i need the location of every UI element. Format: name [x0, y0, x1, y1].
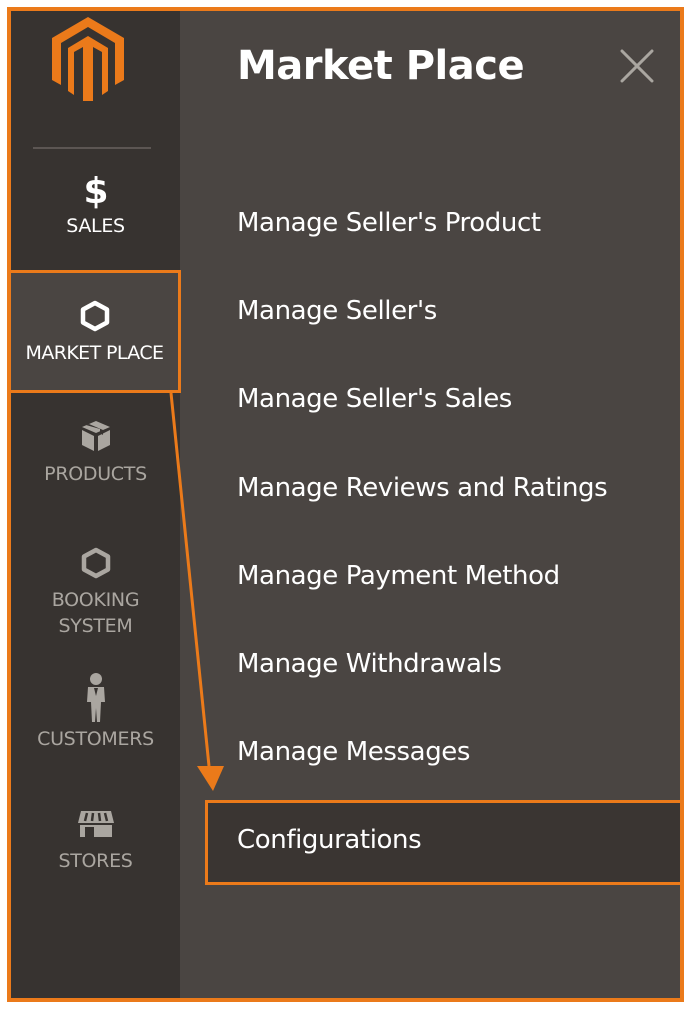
nav-label-customers: CUSTOMERS [37, 728, 154, 750]
dollar-icon: $ [83, 171, 108, 209]
highlight-configurations[interactable]: Configurations [205, 800, 680, 885]
storefront-icon [77, 811, 114, 837]
admin-sidebar: $ SALES MARKET PLACE PRODUCTS BOOKING SY [11, 11, 181, 998]
hexagon-icon [80, 300, 109, 332]
close-icon[interactable] [618, 47, 656, 85]
nav-label-market-place: MARKET PLACE [25, 342, 165, 364]
nav-item-booking-system[interactable]: BOOKING SYSTEM [11, 547, 180, 639]
nav-item-customers[interactable]: CUSTOMERS [11, 672, 180, 752]
menu-item-manage-sellers[interactable]: Manage Seller's [237, 296, 437, 326]
admin-menu-screenshot: $ SALES MARKET PLACE PRODUCTS BOOKING SY [7, 7, 684, 1002]
magento-logo[interactable] [52, 17, 124, 101]
nav-label-products: PRODUCTS [44, 463, 147, 485]
panel-title: Market Place [237, 43, 525, 89]
nav-item-market-place[interactable]: MARKET PLACE [11, 270, 181, 393]
menu-item-manage-reviews-ratings[interactable]: Manage Reviews and Ratings [237, 473, 608, 503]
menu-item-configurations[interactable]: Configurations [237, 825, 422, 855]
person-icon [86, 673, 105, 722]
nav-label-sales: SALES [66, 215, 125, 237]
nav-label-booking-system: BOOKING SYSTEM [51, 589, 140, 637]
menu-item-manage-payment-method[interactable]: Manage Payment Method [237, 561, 560, 591]
menu-item-manage-messages[interactable]: Manage Messages [237, 737, 470, 767]
menu-item-manage-withdrawals[interactable]: Manage Withdrawals [237, 649, 502, 679]
logo-divider [33, 147, 151, 149]
svg-text:$: $ [83, 171, 108, 209]
nav-item-stores[interactable]: STORES [11, 809, 180, 874]
nav-item-products[interactable]: PRODUCTS [11, 419, 180, 487]
nav-label-stores: STORES [58, 850, 133, 872]
menu-item-manage-sellers-sales[interactable]: Manage Seller's Sales [237, 384, 512, 414]
nav-item-sales[interactable]: $ SALES [11, 169, 180, 239]
menu-item-manage-sellers-product[interactable]: Manage Seller's Product [237, 208, 541, 238]
hexagon-icon [81, 547, 110, 579]
box-icon [81, 421, 110, 451]
